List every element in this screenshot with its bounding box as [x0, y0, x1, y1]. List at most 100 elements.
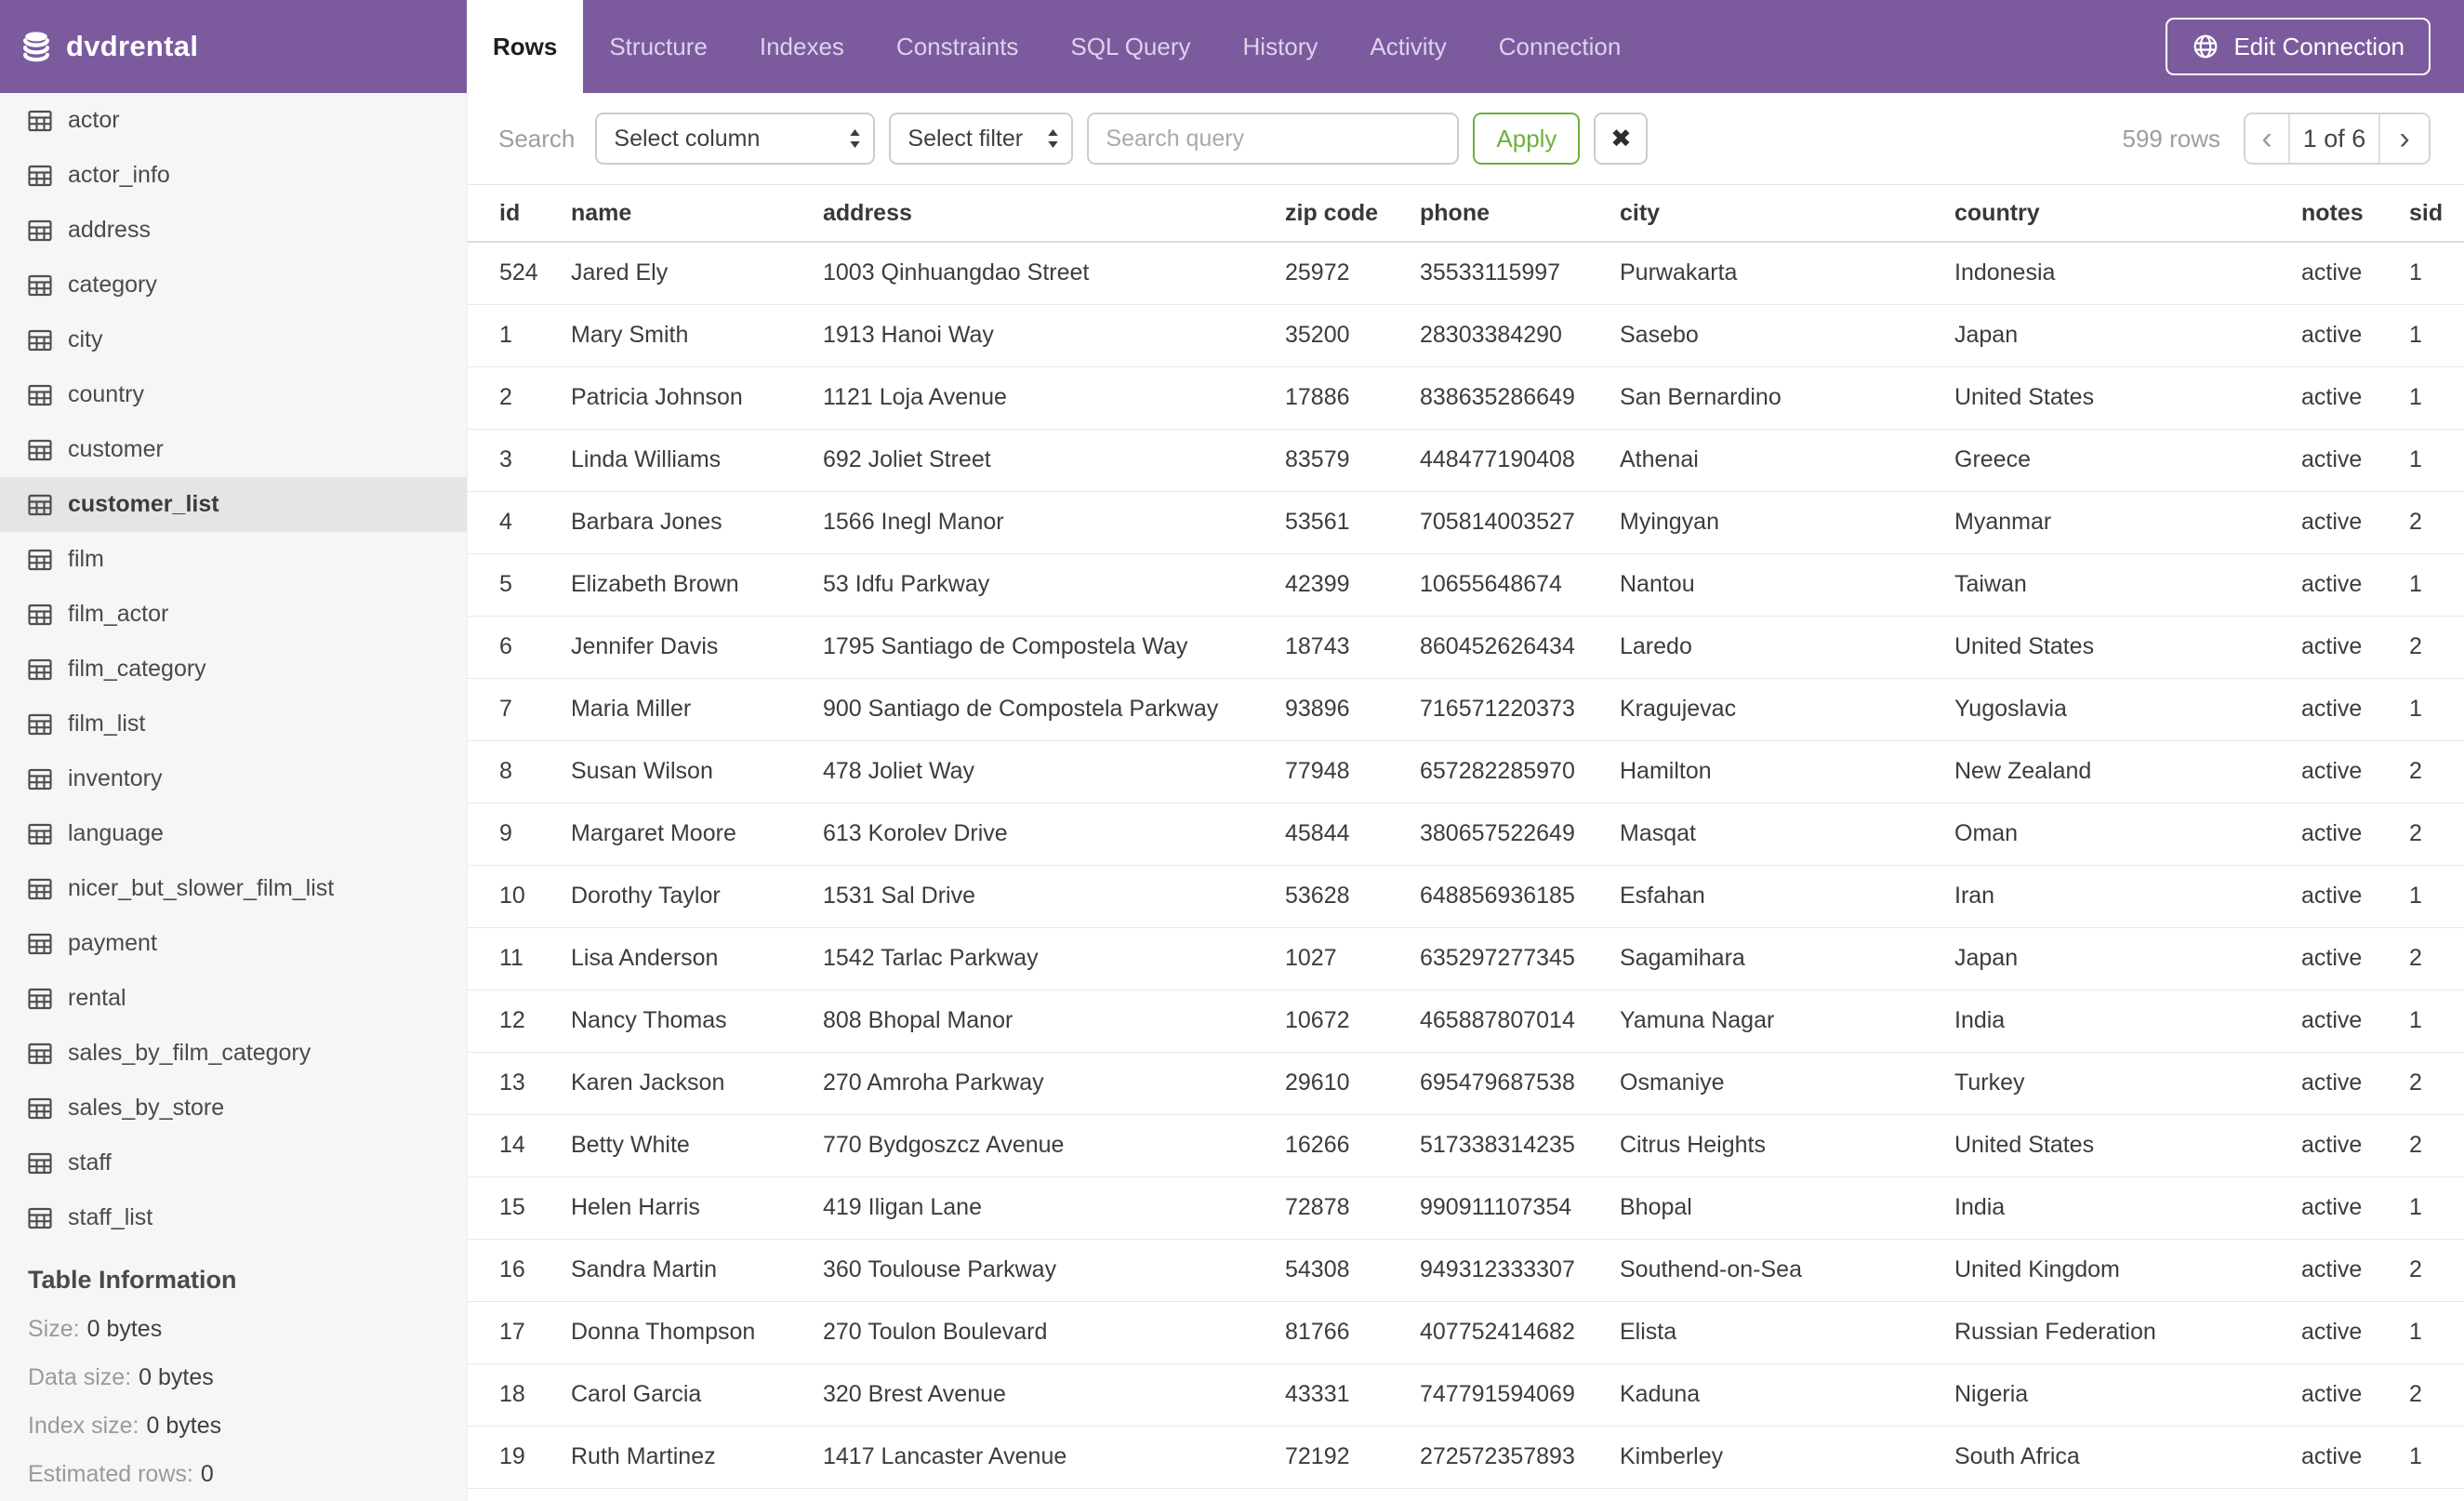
edit-connection-button[interactable]: Edit Connection	[2166, 18, 2431, 75]
sidebar-item-table[interactable]: rental	[0, 971, 467, 1026]
column-header-zip-code[interactable]: zip code	[1285, 185, 1420, 243]
column-header-phone[interactable]: phone	[1420, 185, 1620, 243]
cell-country: Myanmar	[1954, 491, 2301, 554]
sidebar-item-table[interactable]: film_actor	[0, 587, 467, 642]
sidebar-item-table[interactable]: nicer_but_slower_film_list	[0, 861, 467, 916]
sidebar-item-table[interactable]: actor	[0, 93, 467, 148]
table-row[interactable]: 6 Jennifer Davis 1795 Santiago de Compos…	[468, 616, 2464, 679]
sidebar-item-table[interactable]: payment	[0, 916, 467, 971]
sidebar-item-label: language	[68, 820, 164, 846]
apply-button[interactable]: Apply	[1473, 113, 1581, 165]
table-row[interactable]: 3 Linda Williams 692 Joliet Street 83579…	[468, 429, 2464, 492]
sidebar-item-table[interactable]: staff_list	[0, 1190, 467, 1245]
column-header-city[interactable]: city	[1620, 185, 1954, 243]
cell-phone: 716571220373	[1420, 678, 1620, 741]
table-information-title: Table Information	[28, 1266, 237, 1294]
table-row[interactable]: 12 Nancy Thomas 808 Bhopal Manor 10672 4…	[468, 990, 2464, 1053]
cell-id: 9	[468, 803, 571, 866]
sidebar-item-table[interactable]: language	[0, 806, 467, 861]
column-header-id[interactable]: id	[468, 185, 571, 243]
globe-icon	[2194, 34, 2218, 59]
sidebar-item-table[interactable]: film_list	[0, 697, 467, 751]
table-row[interactable]: 5 Elizabeth Brown 53 Idfu Parkway 42399 …	[468, 553, 2464, 617]
cell-phone: 448477190408	[1420, 429, 1620, 492]
table-row[interactable]: 8 Susan Wilson 478 Joliet Way 77948 6572…	[468, 740, 2464, 804]
table-row[interactable]: 9 Margaret Moore 613 Korolev Drive 45844…	[468, 803, 2464, 866]
table-row[interactable]: 19 Ruth Martinez 1417 Lancaster Avenue 7…	[468, 1426, 2464, 1489]
cell-address: 419 Iligan Lane	[823, 1176, 1285, 1240]
cell-name: Jennifer Davis	[571, 616, 823, 679]
clear-search-button[interactable]: ✖	[1594, 113, 1649, 165]
column-header-name[interactable]: name	[571, 185, 823, 243]
sidebar-item-table[interactable]: city	[0, 312, 467, 367]
table-row[interactable]: 4 Barbara Jones 1566 Inegl Manor 53561 7…	[468, 491, 2464, 554]
table-row[interactable]: 524 Jared Ely 1003 Qinhuangdao Street 25…	[468, 242, 2464, 305]
sidebar-item-table[interactable]: sales_by_store	[0, 1081, 467, 1136]
info-label: Data size:	[28, 1364, 132, 1390]
sidebar-item-table[interactable]: film	[0, 532, 467, 587]
sidebar-item-table[interactable]: actor_info	[0, 148, 467, 203]
table-row[interactable]: 16 Sandra Martin 360 Toulouse Parkway 54…	[468, 1239, 2464, 1302]
previous-page-button[interactable]: ‹	[2245, 114, 2288, 163]
cell-id: 12	[468, 990, 571, 1053]
table-icon	[28, 165, 52, 186]
tab[interactable]: Indexes	[734, 0, 870, 93]
cell-sid: 1	[2409, 1176, 2464, 1240]
sidebar-item-table[interactable]: address	[0, 203, 467, 258]
table-row[interactable]: 11 Lisa Anderson 1542 Tarlac Parkway 102…	[468, 927, 2464, 990]
table-row[interactable]: 1 Mary Smith 1913 Hanoi Way 35200 283033…	[468, 304, 2464, 367]
table-row[interactable]: 7 Maria Miller 900 Santiago de Compostel…	[468, 678, 2464, 741]
cell-notes: active	[2301, 803, 2409, 866]
table-info-row: Estimated rows: 0	[28, 1461, 439, 1488]
sidebar-item-table[interactable]: inventory	[0, 751, 467, 806]
column-header-country[interactable]: country	[1954, 185, 2301, 243]
clear-icon: ✖	[1610, 124, 1632, 153]
search-query-input[interactable]	[1087, 113, 1460, 165]
next-page-button[interactable]: ›	[2380, 114, 2429, 163]
table-row[interactable]: 14 Betty White 770 Bydgoszcz Avenue 1626…	[468, 1114, 2464, 1177]
cell-notes: active	[2301, 553, 2409, 617]
sidebar-item-table[interactable]: staff	[0, 1136, 467, 1190]
sidebar-item-label: staff_list	[68, 1204, 153, 1230]
table-row[interactable]: 2 Patricia Johnson 1121 Loja Avenue 1788…	[468, 366, 2464, 430]
tab[interactable]: Constraints	[870, 0, 1045, 93]
cell-city: Osmaniye	[1620, 1052, 1954, 1115]
sidebar-item-label: sales_by_film_category	[68, 1040, 311, 1066]
tab[interactable]: History	[1217, 0, 1345, 93]
cell-id: 14	[468, 1114, 571, 1177]
table-row[interactable]: 17 Donna Thompson 270 Toulon Boulevard 8…	[468, 1301, 2464, 1364]
cell-phone: 35533115997	[1420, 242, 1620, 305]
column-header-sid[interactable]: sid	[2409, 185, 2464, 243]
table-row[interactable]: 10 Dorothy Taylor 1531 Sal Drive 53628 6…	[468, 865, 2464, 928]
cell-address: 1121 Loja Avenue	[823, 366, 1285, 430]
cell-phone: 517338314235	[1420, 1114, 1620, 1177]
column-header-address[interactable]: address	[823, 185, 1285, 243]
table-row[interactable]: 15 Helen Harris 419 Iligan Lane 72878 99…	[468, 1176, 2464, 1240]
tab[interactable]: SQL Query	[1044, 0, 1216, 93]
sidebar-item-table[interactable]: film_category	[0, 642, 467, 697]
sidebar-item-table[interactable]: category	[0, 258, 467, 312]
cell-country: South Africa	[1954, 1426, 2301, 1489]
cell-city: Bhopal	[1620, 1176, 1954, 1240]
table-icon	[28, 1043, 52, 1064]
cell-sid: 2	[2409, 803, 2464, 866]
sidebar-item-table[interactable]: customer	[0, 422, 467, 477]
sidebar-item-table[interactable]: country	[0, 367, 467, 422]
table-row[interactable]: 18 Carol Garcia 320 Brest Avenue 43331 7…	[468, 1363, 2464, 1427]
tab[interactable]: Structure	[583, 0, 734, 93]
table-icon	[28, 658, 52, 680]
filter-select[interactable]: Select filter	[889, 113, 1074, 165]
tab[interactable]: Connection	[1473, 0, 1648, 93]
info-value: 0 bytes	[86, 1316, 163, 1342]
cell-city: Sagamihara	[1620, 927, 1954, 990]
tab[interactable]: Rows	[467, 0, 584, 93]
column-header-notes[interactable]: notes	[2301, 185, 2409, 243]
cell-city: Sasebo	[1620, 304, 1954, 367]
sidebar-item-table[interactable]: sales_by_film_category	[0, 1026, 467, 1081]
cell-sid: 1	[2409, 304, 2464, 367]
cell-zip-code: 53628	[1285, 865, 1420, 928]
sidebar-item-table[interactable]: customer_list	[0, 477, 467, 532]
tab[interactable]: Activity	[1344, 0, 1472, 93]
column-select[interactable]: Select column	[595, 113, 876, 165]
table-row[interactable]: 13 Karen Jackson 270 Amroha Parkway 2961…	[468, 1052, 2464, 1115]
